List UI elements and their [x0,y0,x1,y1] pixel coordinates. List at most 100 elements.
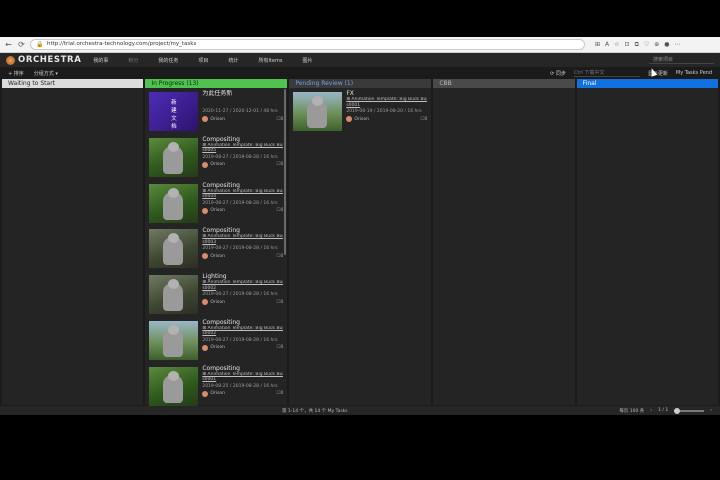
orchestra-logo-icon [6,55,15,65]
task-card[interactable]: Compositing ⊞ Animation Template: Big Buc… [149,365,283,409]
task-card[interactable]: FX ⊞ Animation Template: Big Buck Bunny s0… [293,90,427,134]
nav-item-4[interactable]: 统计 [228,57,238,64]
browser-icon-1[interactable]: A [605,41,609,49]
task-thumbnail[interactable] [149,366,199,406]
refresh-icon[interactable]: ⟳ [17,40,26,49]
task-card[interactable]: Compositing ⊞ Animation Template: Big Buc… [149,227,283,271]
board-search-input[interactable]: Ctrl 下载中文 [573,69,640,77]
sort-button[interactable]: + 排序 [8,70,24,77]
task-thumbnail[interactable]: 新 建 文 档 [149,92,199,131]
my-tasks-filter[interactable]: My Tasks Pend [676,70,712,76]
column-header[interactable]: CBB [433,79,575,88]
task-card[interactable]: 新 建 文 档 为此任务新 2020-11-27 / 2020-12-01 / 48… [149,90,283,134]
comment-count[interactable]: ☐0 [276,162,283,167]
group-by-dropdown[interactable]: 分组方式 ▾ [34,70,58,77]
nav-item-3[interactable]: 项目 [198,57,208,64]
browser-icon-4[interactable]: ⧉ [635,41,639,49]
task-name[interactable]: Lighting [202,273,283,280]
comment-count[interactable]: ☐0 [276,391,283,396]
avatar [202,390,209,397]
browser-icon-5[interactable]: ♡ [644,41,649,49]
task-meta: Orison ☐0 [202,253,283,260]
task-card[interactable]: Compositing ⊞ Animation Template: Big Buc… [149,319,283,363]
project-name[interactable]: Animation Template: Big Buck Bunny [208,326,284,331]
task-dates: 2020-11-27 / 2020-12-01 / 48 hrs [202,109,278,114]
project-link[interactable]: ⊞ Animation Template: Big Buck Bunny [202,280,283,286]
column-cbb: CBB [433,79,575,405]
browser-bar: ← ⟳ 🔒 http://trial.orchestra-technology.… [0,37,720,53]
project-name[interactable]: Animation Template: Big Buck Bunny [208,189,284,194]
task-name[interactable]: FX [346,90,427,97]
task-name[interactable]: 为此任务新 [202,90,283,97]
nav-item-2[interactable]: 我的任务 [158,57,178,64]
app-search-input[interactable]: 搜索项目 [649,56,714,64]
back-icon[interactable]: ← [4,40,13,49]
comment-count[interactable]: ☐0 [276,345,283,350]
comment-count[interactable]: ☐0 [420,117,427,122]
avatar [202,207,209,214]
browser-icon-3[interactable]: ⊡ [625,41,630,49]
task-meta: Orison ☐0 [202,344,283,351]
assignee-name: Orison [210,345,225,351]
browser-icon-0[interactable]: ⊞ [595,41,600,49]
browser-icon-6[interactable]: ⊕ [654,41,659,49]
url-text: http://trial.orchestra-technology.com/pr… [47,41,197,47]
project-name[interactable]: Animation Template: Big Buck Bunny [208,234,284,239]
project-link[interactable]: ⊞ Animation Template: Big Buck Bunny [346,97,427,103]
task-name[interactable]: Compositing [202,136,283,143]
nav-item-0[interactable]: 我的事 [93,57,108,64]
thumbnail-caption: 新 建 文 档 [171,100,177,130]
project-name[interactable]: Animation Template: Big Buck Bunny [208,280,284,285]
comment-number: 0 [280,345,284,351]
comment-number: 0 [280,391,284,397]
task-card[interactable]: Compositing ⊞ Animation Template: Big Buc… [149,182,283,226]
task-thumbnail[interactable] [293,92,343,131]
assignee-name: Orison [354,116,369,122]
project-name[interactable]: Animation Template: Big Buck Bunny [352,97,428,102]
kanban-board: Waiting to Start In Progress (13) 新 建 文 档 为… [2,79,718,406]
sync-button[interactable]: ⟳ 同步 [550,70,566,77]
task-name[interactable]: Compositing [202,319,283,326]
browser-icon-2[interactable]: ☆ [614,41,619,49]
column-header[interactable]: Pending Review (1) [289,79,432,88]
nav-item-1[interactable]: 积分 [128,57,138,64]
task-dates: 2019-08-19 / 2019-08-20 / 16 hrs [346,109,422,114]
task-info: Compositing ⊞ Animation Template: Big Buc… [198,365,283,409]
next-page-icon[interactable]: › [710,408,712,413]
comment-count[interactable]: ☐0 [276,300,283,305]
task-thumbnail[interactable] [149,320,199,360]
comment-count[interactable]: ☐0 [276,254,283,259]
project-name[interactable]: Animation Template: Big Buck Bunny [208,372,284,377]
per-page-select[interactable]: 每页 100 条 [619,408,644,414]
result-count: 第 1-14 个，共 14 个 My Tasks [282,408,348,414]
task-thumbnail[interactable] [149,183,199,223]
app-header: ORCHESTRA 我的事 积分 我的任务 项目 统计 所有Items 图片 搜索项目 [0,53,720,67]
zoom-slider[interactable] [674,407,705,414]
task-thumbnail[interactable] [149,229,199,269]
task-name[interactable]: Compositing [202,365,283,372]
comment-number: 0 [424,116,428,122]
address-bar[interactable]: 🔒 http://trial.orchestra-technology.com/… [30,39,585,50]
task-thumbnail[interactable] [149,275,199,315]
card-list [2,88,143,90]
task-card[interactable]: Lighting ⊞ Animation Template: Big Buck B… [149,273,283,317]
prev-page-icon[interactable]: ‹ [650,408,652,413]
task-thumbnail[interactable] [149,137,199,177]
lock-icon: 🔒 [36,41,44,48]
task-dates: 2019-08-27 / 2019-08-28 / 16 hrs [202,337,278,343]
task-name[interactable]: Compositing [202,227,283,234]
comment-count[interactable]: ☐0 [276,117,283,122]
browser-icon-8[interactable]: ⋯ [675,41,681,49]
assignee-name: Orison [210,208,225,214]
browser-icon-7[interactable]: ● [664,41,669,49]
project-name[interactable]: Animation Template: Big Buck Bunny [208,143,284,148]
task-meta: Orison ☐0 [202,390,283,397]
nav-item-6[interactable]: 图片 [302,57,312,64]
column-header[interactable]: Waiting to Start [2,79,144,88]
nav-item-5[interactable]: 所有Items [258,57,282,64]
task-card[interactable]: Compositing ⊞ Animation Template: Big Buc… [149,136,283,180]
column-header[interactable]: In Progress (13) [145,79,288,88]
comment-count[interactable]: ☐0 [276,208,283,213]
column-header[interactable]: Final [576,79,718,88]
task-name[interactable]: Compositing [202,182,283,189]
